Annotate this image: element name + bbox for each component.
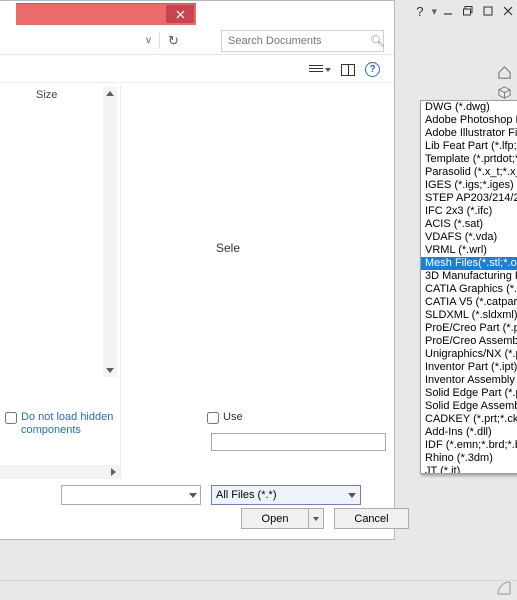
restore-button[interactable] — [459, 2, 477, 20]
format-button[interactable] — [211, 433, 386, 451]
filetype-option[interactable]: ProE/Creo Assembly (*.asm;*.asm.*;*.xas) — [421, 335, 517, 348]
preview-pane-button[interactable] — [341, 64, 355, 76]
filetype-option[interactable]: Inventor Part (*.ipt) — [421, 361, 517, 374]
filetype-option[interactable]: Unigraphics/NX (*.prt) — [421, 348, 517, 361]
filetype-option[interactable]: Lib Feat Part (*.lfp;*.sldlfp) — [421, 140, 517, 153]
close-button[interactable] — [499, 2, 517, 20]
filetype-option[interactable]: VDAFS (*.vda) — [421, 231, 517, 244]
filetype-option[interactable]: Add-Ins (*.dll) — [421, 426, 517, 439]
scroll-down-icon — [106, 368, 114, 373]
open-file-dialog: v ↻ 🔍︎ ? Size Sele — [0, 0, 395, 540]
minimize-button[interactable] — [439, 2, 457, 20]
filetype-option[interactable]: VRML (*.wrl) — [421, 244, 517, 257]
open-split-button[interactable] — [309, 508, 324, 529]
search-icon[interactable]: 🔍︎ — [370, 34, 385, 48]
help-dropdown-icon[interactable]: ▾ — [431, 5, 437, 18]
filter-combobox[interactable]: All Files (*.*) — [211, 485, 361, 505]
filetype-dropdown[interactable]: DWG (*.dwg)Adobe Photoshop Files (*.psd)… — [420, 100, 517, 474]
filename-row: All Files (*.*) — [61, 485, 361, 505]
dialog-buttons: Open Cancel — [241, 508, 409, 529]
cancel-button[interactable]: Cancel — [334, 508, 409, 529]
chevron-down-icon — [325, 68, 331, 72]
dialog-close-button[interactable] — [166, 5, 194, 23]
breadcrumb-dropdown-icon[interactable]: v — [146, 35, 151, 46]
select-preview-label: Sele — [216, 241, 240, 255]
filetype-option[interactable]: Solid Edge Part (*.par;*.psm) — [421, 387, 517, 400]
filter-selected-label: All Files (*.*) — [216, 489, 277, 501]
filetype-option[interactable]: DWG (*.dwg) — [421, 101, 517, 114]
filetype-option[interactable]: Inventor Assembly (*.iam) — [421, 374, 517, 387]
filetype-option[interactable]: Template (*.prtdot;*.asmdot;*.drwdot) — [421, 153, 517, 166]
checkbox-label: Use — [223, 411, 243, 423]
filetype-option[interactable]: SLDXML (*.sldxml) — [421, 309, 517, 322]
scroll-up-icon — [106, 91, 114, 96]
filetype-option[interactable]: IGES (*.igs;*.iges) — [421, 179, 517, 192]
filetype-option[interactable]: ProE/Creo Part (*.prt;*.prt.*;*.xpr) — [421, 322, 517, 335]
dialog-titlebar — [16, 3, 196, 25]
open-button[interactable]: Open — [241, 508, 309, 529]
status-bar — [0, 580, 517, 600]
help-icon[interactable]: ? — [365, 62, 380, 77]
filetype-option[interactable]: Parasolid (*.x_t;*.x_b;*.xmt_txt;*.xmt_b… — [421, 166, 517, 179]
chevron-down-icon — [189, 493, 197, 498]
column-size[interactable]: Size — [36, 89, 57, 101]
dont-load-hidden-checkbox[interactable]: Do not load hidden components — [5, 411, 115, 437]
search-field[interactable] — [228, 35, 370, 47]
checkbox-label: Do not load hidden components — [21, 411, 115, 437]
filetype-option[interactable]: Mesh Files(*.stl;*.obj;*.off;*.ply;*.ply… — [421, 257, 517, 270]
filetype-option[interactable]: ACIS (*.sat) — [421, 218, 517, 231]
search-input[interactable]: 🔍︎ — [221, 30, 384, 52]
chevron-down-icon — [348, 493, 356, 498]
address-toolbar: v ↻ 🔍︎ — [0, 27, 394, 55]
filetype-option[interactable]: Solid Edge Assembly (*.asm) — [421, 400, 517, 413]
refresh-icon[interactable]: ↻ — [168, 33, 179, 49]
vertical-scrollbar[interactable] — [103, 87, 117, 377]
filetype-option[interactable]: CATIA V5 (*.catpart;*.catproduct) — [421, 296, 517, 309]
checkbox-input[interactable] — [207, 412, 219, 424]
filetype-option[interactable]: Rhino (*.3dm) — [421, 452, 517, 465]
app-window-controls: ? ▾ — [410, 0, 517, 22]
filetype-option[interactable]: 3D Manufacturing Format (*.3mf) — [421, 270, 517, 283]
filetype-option[interactable]: CADKEY (*.prt;*.ckd) — [421, 413, 517, 426]
view-list-button[interactable] — [309, 65, 331, 75]
filetype-option[interactable]: Adobe Illustrator Files (*.ai) — [421, 127, 517, 140]
arc-icon[interactable] — [497, 581, 511, 598]
help-menu[interactable]: ? — [410, 2, 429, 21]
checkbox-input[interactable] — [5, 412, 17, 424]
filename-combobox[interactable] — [61, 485, 201, 505]
filetype-option[interactable]: IDF (*.emn;*.brd;*.bdf;*.idb) — [421, 439, 517, 452]
use-checkbox[interactable]: Use — [207, 411, 243, 424]
view-toolbar: ? — [0, 57, 394, 83]
filetype-option[interactable]: CATIA Graphics (*.cgr) — [421, 283, 517, 296]
filetype-option[interactable]: STEP AP203/214/242 (*.step;*.stp) — [421, 192, 517, 205]
maximize-button[interactable] — [479, 2, 497, 20]
chevron-down-icon — [313, 517, 319, 521]
scroll-right-icon — [111, 468, 116, 476]
cube-icon[interactable] — [496, 84, 513, 101]
separator — [159, 33, 160, 49]
horizontal-scrollbar[interactable] — [0, 465, 120, 479]
filetype-option[interactable]: IFC 2x3 (*.ifc) — [421, 205, 517, 218]
home-icon[interactable] — [496, 64, 513, 81]
filetype-option[interactable]: JT (*.jt) — [421, 465, 517, 473]
filetype-option[interactable]: Adobe Photoshop Files (*.psd) — [421, 114, 517, 127]
